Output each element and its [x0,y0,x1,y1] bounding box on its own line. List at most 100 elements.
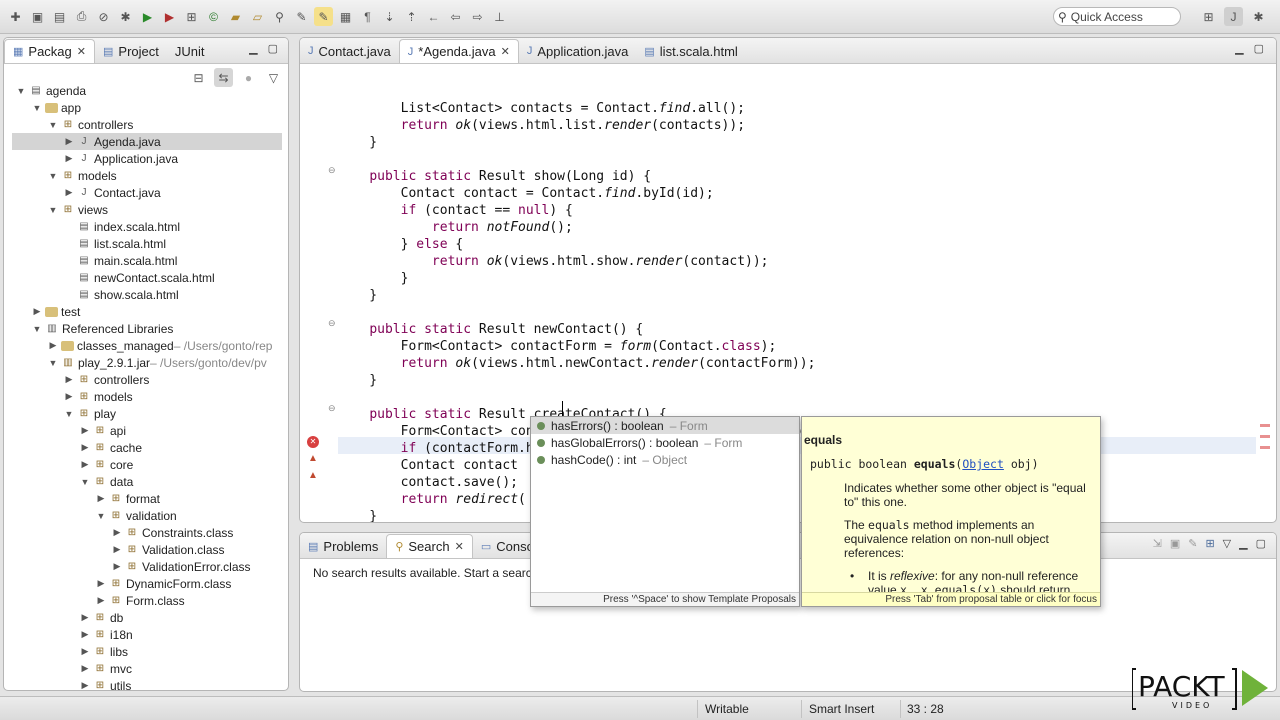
external-tools-icon[interactable]: ▶ [160,7,179,26]
proposal-item[interactable]: hasErrors() : boolean – Form [531,417,799,434]
expanded-arrow-icon[interactable]: ▼ [80,477,90,487]
show-whitespace-icon[interactable]: ¶ [358,7,377,26]
expanded-arrow-icon[interactable]: ▼ [16,86,26,96]
tree-item[interactable]: ▶ ⊞ format [12,490,282,507]
signature-type-link[interactable]: Object [962,457,1004,471]
proposal-item[interactable]: hashCode() : int – Object [531,451,799,468]
forward-icon[interactable]: ⇨ [468,7,487,26]
tree-item[interactable]: ▶ ⊞ Validation.class [12,541,282,558]
tree-item[interactable]: ▶ J Contact.java [12,184,282,201]
proposal-item[interactable]: hasGlobalErrors() : boolean – Form [531,434,799,451]
maximize-icon[interactable]: ▢ [1254,42,1264,55]
close-icon[interactable]: ✕ [501,45,510,58]
tree-item[interactable]: ▶ J Agenda.java [12,133,282,150]
new-icon[interactable]: ✚ [6,7,25,26]
expand-all-icon[interactable]: ⇲ [1153,537,1162,550]
tab-problems[interactable]: ▤ Problems [300,534,386,558]
error-marker[interactable] [1260,435,1270,438]
tab-agenda-java[interactable]: J *Agenda.java ✕ [398,39,519,63]
expanded-arrow-icon[interactable]: ▼ [96,511,106,521]
close-icon[interactable]: ✕ [77,45,86,58]
error-icon[interactable]: ✕ [307,436,319,448]
back-icon[interactable]: ← [424,7,443,26]
tree-item[interactable]: ▶ ⊞ api [12,422,282,439]
tree-item[interactable]: ▼ ▥ Referenced Libraries [12,320,282,337]
skip-breakpoints-icon[interactable]: ⊘ [94,7,113,26]
tree-item[interactable]: ▼ ⊞ data [12,473,282,490]
tree-item[interactable]: ▶ ⊞ cache [12,439,282,456]
warning-icon[interactable]: ▲ [308,453,318,464]
collapsed-arrow-icon[interactable]: ▶ [112,561,122,572]
tree-item[interactable]: ▤ list.scala.html [12,235,282,252]
collapsed-arrow-icon[interactable]: ▶ [80,629,90,640]
expanded-arrow-icon[interactable]: ▼ [32,103,42,113]
content-assist-footer[interactable]: Press '^Space' to show Template Proposal… [531,592,799,606]
tab-application-java[interactable]: J Application.java [519,39,637,63]
tree-item[interactable]: ▶ ⊞ db [12,609,282,626]
back-dropdown-icon[interactable]: ⇦ [446,7,465,26]
prev-annotation-icon[interactable]: ⇡ [402,7,421,26]
tree-item[interactable]: ▶ ⊞ Form.class [12,592,282,609]
tree-item[interactable]: ▼ ⊞ play [12,405,282,422]
fold-icon[interactable]: ⊖ [328,165,336,176]
javadoc-popup[interactable]: equals public boolean equals(Object obj)… [801,416,1101,607]
search-tool-icon[interactable]: ⚲ [270,7,289,26]
collapsed-arrow-icon[interactable]: ▶ [64,391,74,402]
tree-item[interactable]: ▶ ⊞ i18n [12,626,282,643]
tree-item[interactable]: ▤ main.scala.html [12,252,282,269]
tree-item[interactable]: ▶ ⊞ libs [12,643,282,660]
view-menu-icon[interactable]: ▽ [1223,537,1231,550]
tree-item[interactable]: ▶ ⊞ utils [12,677,282,694]
tree-item[interactable]: ▶ ⊞ controllers [12,371,282,388]
tree-item[interactable]: ▼ ▤ agenda [12,82,282,99]
tree-item[interactable]: ▼ ⊞ validation [12,507,282,524]
expanded-arrow-icon[interactable]: ▼ [32,324,42,334]
tree-item[interactable]: ▶ classes_managed – /Users/gonto/rep [12,337,282,354]
maximize-icon[interactable]: ▢ [1256,537,1266,550]
expanded-arrow-icon[interactable]: ▼ [48,171,58,181]
open-perspective-icon[interactable]: ⊞ [1199,7,1218,26]
close-icon[interactable]: ✕ [455,540,464,553]
block-select-icon[interactable]: ▦ [336,7,355,26]
tab-package-explorer[interactable]: ▦ Packag ✕ [4,39,95,63]
collapsed-arrow-icon[interactable]: ▶ [80,442,90,453]
save-icon[interactable]: ▣ [28,7,47,26]
collapsed-arrow-icon[interactable]: ▶ [112,527,122,538]
collapsed-arrow-icon[interactable]: ▶ [48,340,58,351]
fold-icon[interactable]: ⊖ [328,403,336,414]
tab-search[interactable]: ⚲ Search ✕ [386,534,473,558]
collapsed-arrow-icon[interactable]: ▶ [80,425,90,436]
quick-access-field[interactable]: ⚲ Quick Access [1053,7,1181,26]
expanded-arrow-icon[interactable]: ▼ [48,120,58,130]
tree-item[interactable]: ▶ J Application.java [12,150,282,167]
collapsed-arrow-icon[interactable]: ▶ [64,374,74,385]
error-marker[interactable] [1260,424,1270,427]
next-annotation-icon[interactable]: ⇣ [380,7,399,26]
tree-item[interactable]: ▶ ⊞ core [12,456,282,473]
expanded-arrow-icon[interactable]: ▼ [48,205,58,215]
collapsed-arrow-icon[interactable]: ▶ [64,153,74,164]
tree-item[interactable]: ▶ ⊞ ValidationError.class [12,558,282,575]
collapsed-arrow-icon[interactable]: ▶ [80,612,90,623]
toggle-mark-icon[interactable]: ✎ [292,7,311,26]
tree-item[interactable]: ▶ ⊞ models [12,388,282,405]
collapsed-arrow-icon[interactable]: ▶ [80,663,90,674]
pin-view-icon[interactable]: ⊞ [1205,537,1214,550]
collapsed-arrow-icon[interactable]: ▶ [80,646,90,657]
tree-item[interactable]: ▶ ⊞ mvc [12,660,282,677]
tree-item[interactable]: ▤ newContact.scala.html [12,269,282,286]
debug-icon[interactable]: ✱ [116,7,135,26]
warning-icon[interactable]: ▲ [308,470,318,481]
tree-item[interactable]: ▼ ▥ play_2.9.1.jar – /Users/gonto/dev/pv [12,354,282,371]
minimize-icon[interactable]: ▁ [1239,537,1247,550]
expanded-arrow-icon[interactable]: ▼ [64,409,74,419]
collapsed-arrow-icon[interactable]: ▶ [80,459,90,470]
run-icon[interactable]: ▶ [138,7,157,26]
tab-contact-java[interactable]: J Contact.java [300,39,399,63]
tab-junit[interactable]: JUnit [167,39,213,63]
tree-item[interactable]: ▼ ⊞ controllers [12,116,282,133]
clear-icon[interactable]: ▣ [1170,537,1180,550]
collapsed-arrow-icon[interactable]: ▶ [80,680,90,691]
expanded-arrow-icon[interactable]: ▼ [48,358,58,368]
collapsed-arrow-icon[interactable]: ▶ [96,578,106,589]
